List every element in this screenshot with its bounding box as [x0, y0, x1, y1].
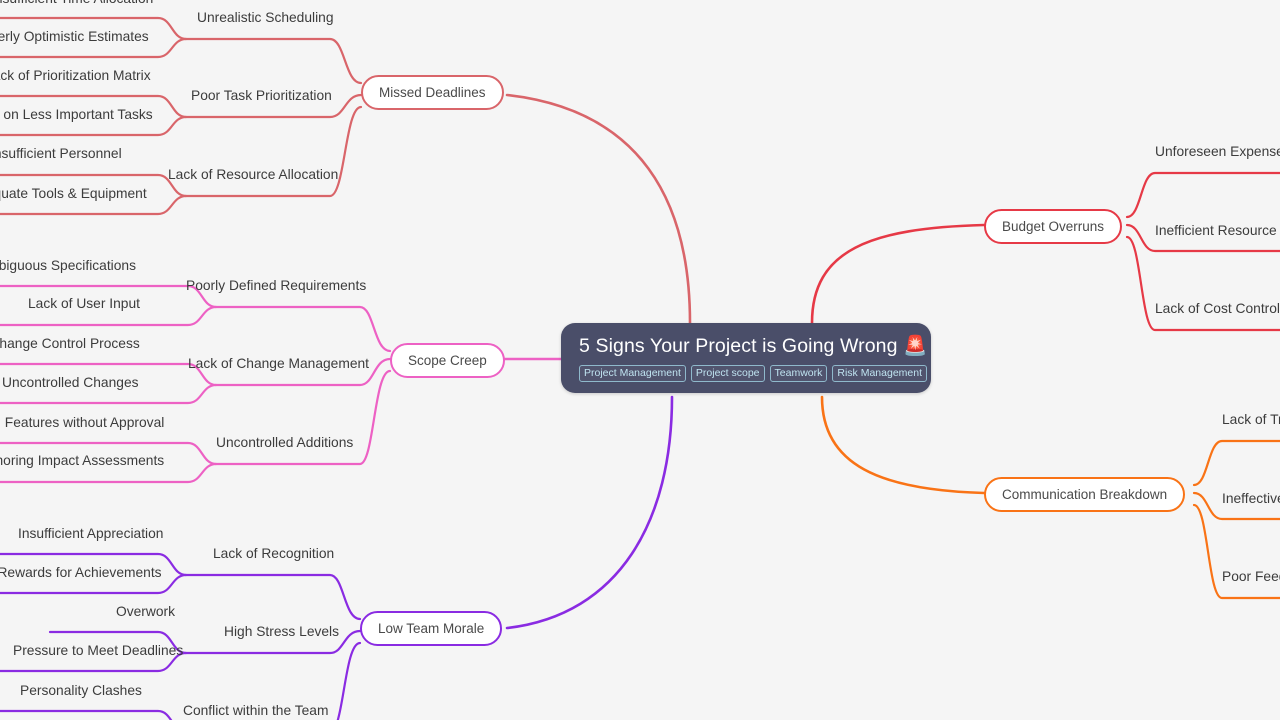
leaf-label: Ignoring Impact Assessments [0, 453, 165, 468]
branch-node-communication-breakdown[interactable]: Communication Breakdown [984, 477, 1186, 512]
leaf-overly-optimistic-estimates[interactable]: Overly Optimistic Estimates [0, 30, 149, 44]
leaf-pressure-to-meet-deadlines[interactable]: Pressure to Meet Deadlines [13, 644, 183, 658]
central-node[interactable]: 5 Signs Your Project is Going Wrong 🚨 Pr… [561, 323, 931, 394]
subtopic-uncontrolled-additions[interactable]: Uncontrolled Additions [216, 436, 353, 450]
leaf-focus-on-less-important-tasks[interactable]: Focus on Less Important Tasks [0, 108, 153, 122]
branch-node-scope-creep[interactable]: Scope Creep [390, 343, 505, 378]
tag-teamwork[interactable]: Teamwork [769, 365, 828, 383]
branch-label: Scope Creep [408, 353, 487, 368]
leaf-insufficient-time-allocation[interactable]: Insufficient Time Allocation [0, 0, 153, 6]
leaf-lack-of-prioritization-matrix[interactable]: Lack of Prioritization Matrix [0, 69, 151, 83]
subtopic-label: Inefficient Resource Use [1155, 223, 1280, 238]
subtopic-label: Ineffective Meetings [1222, 491, 1280, 506]
subtopic-label: High Stress Levels [224, 624, 340, 639]
leaf-ambiguous-specifications[interactable]: Ambiguous Specifications [0, 259, 136, 273]
subtopic-poor-feedback-loops[interactable]: Poor Feedback Loops [1222, 570, 1280, 584]
subtopic-label: Conflict within the Team [183, 703, 329, 718]
branch-node-low-team-morale[interactable]: Low Team Morale [360, 611, 503, 646]
leaf-label: Lack of User Input [28, 296, 140, 311]
leaf-label: Insufficient Appreciation [18, 526, 164, 541]
central-node-tags: Project Management Project scope Teamwor… [579, 365, 927, 383]
branch-node-budget-overruns[interactable]: Budget Overruns [984, 209, 1123, 244]
branch-label: Missed Deadlines [379, 85, 486, 100]
subtopic-label: Unforeseen Expenses [1155, 144, 1280, 159]
tag-risk-management[interactable]: Risk Management [832, 365, 927, 383]
subtopic-label: Poorly Defined Requirements [186, 278, 367, 293]
leaf-label: Ambiguous Specifications [0, 258, 136, 273]
leaf-overwork[interactable]: Overwork [116, 605, 175, 619]
subtopic-label: Lack of Change Management [188, 356, 370, 371]
leaf-label: No Rewards for Achievements [0, 565, 162, 580]
leaf-ignoring-impact-assessments[interactable]: Ignoring Impact Assessments [0, 454, 164, 468]
leaf-no-rewards-for-achievements[interactable]: No Rewards for Achievements [0, 566, 162, 580]
subtopic-poorly-defined-requirements[interactable]: Poorly Defined Requirements [186, 279, 366, 293]
subtopic-label: Lack of Cost Control [1155, 301, 1280, 316]
subtopic-poor-task-prioritization[interactable]: Poor Task Prioritization [191, 89, 332, 103]
leaf-label: Overwork [116, 604, 176, 619]
leaf-label: Overly Optimistic Estimates [0, 29, 149, 44]
leaf-label: No Change Control Process [0, 336, 140, 351]
subtopic-label: Lack of Resource Allocation [168, 167, 339, 182]
mindmap-canvas: 5 Signs Your Project is Going Wrong 🚨 Pr… [0, 0, 1280, 720]
subtopic-label: Unrealistic Scheduling [197, 10, 334, 25]
leaf-label: Inadequate Tools & Equipment [0, 186, 147, 201]
leaf-lack-of-user-input[interactable]: Lack of User Input [28, 297, 140, 311]
subtopic-unrealistic-scheduling[interactable]: Unrealistic Scheduling [197, 11, 334, 25]
leaf-inadequate-tools-equipment[interactable]: Inadequate Tools & Equipment [0, 187, 147, 201]
leaf-label: Insufficient Time Allocation [0, 0, 153, 6]
subtopic-ineffective-meetings[interactable]: Ineffective Meetings [1222, 492, 1280, 506]
branch-label: Low Team Morale [378, 621, 485, 636]
subtopic-label: Poor Task Prioritization [191, 88, 332, 103]
tag-project-management[interactable]: Project Management [579, 365, 686, 383]
subtopic-high-stress-levels[interactable]: High Stress Levels [224, 625, 339, 639]
subtopic-label: Uncontrolled Additions [216, 435, 354, 450]
subtopic-lack-of-resource-allocation[interactable]: Lack of Resource Allocation [168, 168, 338, 182]
leaf-label: Insufficient Personnel [0, 146, 122, 161]
leaf-uncontrolled-changes[interactable]: Uncontrolled Changes [2, 376, 139, 390]
subtopic-label: Poor Feedback Loops [1222, 569, 1280, 584]
subtopic-lack-of-change-management[interactable]: Lack of Change Management [188, 357, 369, 371]
subtopic-unforeseen-expenses[interactable]: Unforeseen Expenses [1155, 145, 1280, 159]
leaf-label: Focus on Less Important Tasks [0, 107, 153, 122]
subtopic-label: Lack of Transparency [1222, 412, 1280, 427]
leaf-label: Personality Clashes [20, 683, 142, 698]
subtopic-conflict-within-the-team[interactable]: Conflict within the Team [183, 704, 328, 718]
leaf-label: Adding Features without Approval [0, 415, 165, 430]
leaf-insufficient-appreciation[interactable]: Insufficient Appreciation [18, 527, 163, 541]
branch-label: Budget Overruns [1002, 219, 1105, 234]
branch-node-missed-deadlines[interactable]: Missed Deadlines [361, 75, 504, 110]
branch-label: Communication Breakdown [1002, 487, 1168, 502]
subtopic-lack-of-recognition[interactable]: Lack of Recognition [213, 547, 334, 561]
leaf-no-change-control-process[interactable]: No Change Control Process [0, 337, 140, 351]
leaf-label: Pressure to Meet Deadlines [13, 643, 184, 658]
leaf-insufficient-personnel[interactable]: Insufficient Personnel [0, 147, 122, 161]
tag-project-scope[interactable]: Project scope [690, 365, 765, 383]
subtopic-inefficient-resource-use[interactable]: Inefficient Resource Use [1155, 224, 1280, 238]
leaf-adding-features-without-approval[interactable]: Adding Features without Approval [0, 416, 164, 430]
subtopic-label: Lack of Recognition [213, 546, 335, 561]
subtopic-lack-of-transparency[interactable]: Lack of Transparency [1222, 413, 1280, 427]
leaf-personality-clashes[interactable]: Personality Clashes [20, 684, 142, 698]
leaf-label: Lack of Prioritization Matrix [0, 68, 151, 83]
leaf-label: Uncontrolled Changes [2, 375, 139, 390]
subtopic-lack-of-cost-control[interactable]: Lack of Cost Control [1155, 302, 1280, 316]
central-node-title: 5 Signs Your Project is Going Wrong 🚨 [579, 335, 928, 357]
